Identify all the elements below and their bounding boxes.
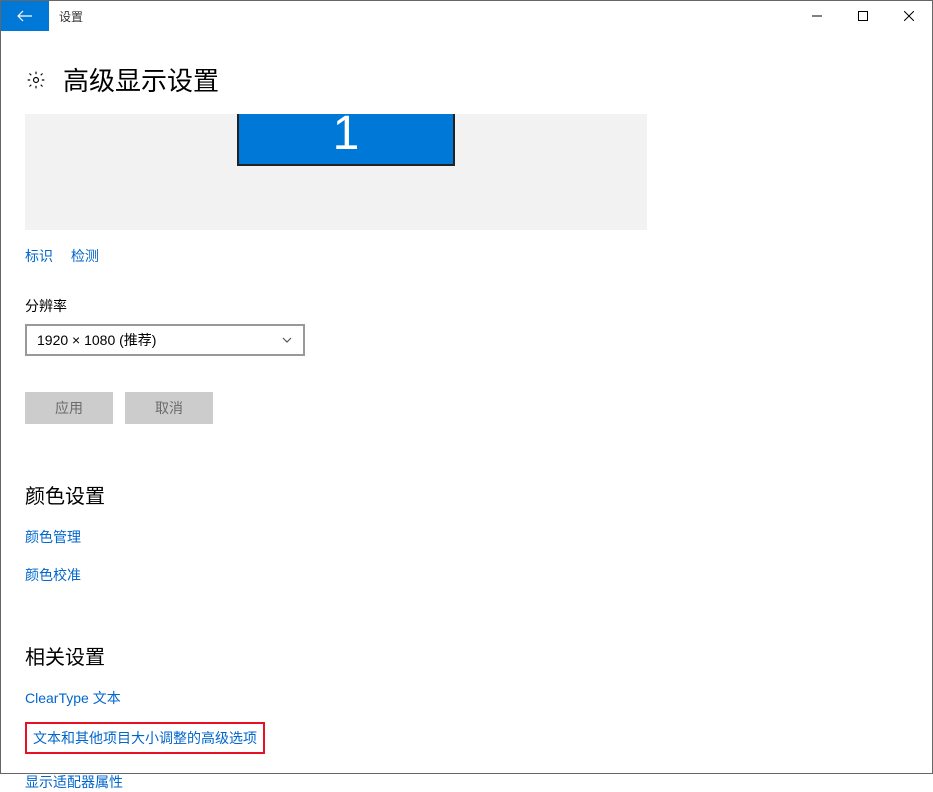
identify-link[interactable]: 标识 xyxy=(25,248,53,264)
monitor-number: 1 xyxy=(333,114,360,158)
color-calibration-link[interactable]: 颜色校准 xyxy=(25,565,908,585)
apply-cancel-row: 应用 取消 xyxy=(25,392,908,424)
page-title: 高级显示设置 xyxy=(63,61,219,98)
detect-link[interactable]: 检测 xyxy=(71,248,99,264)
minimize-icon xyxy=(812,11,822,21)
back-button[interactable] xyxy=(1,1,49,31)
apply-button[interactable]: 应用 xyxy=(25,392,113,424)
content-area: 高级显示设置 1 标识 检测 分辨率 1920 × 1080 (推荐) 应用 取… xyxy=(1,31,932,792)
gear-icon xyxy=(25,69,47,91)
adapter-properties-link[interactable]: 显示适配器属性 xyxy=(25,772,908,792)
monitor-1[interactable]: 1 xyxy=(237,114,455,166)
close-button[interactable] xyxy=(886,1,932,31)
related-settings-heading: 相关设置 xyxy=(25,641,908,670)
back-arrow-icon xyxy=(17,8,33,24)
color-management-link[interactable]: 颜色管理 xyxy=(25,527,908,547)
cleartype-link[interactable]: ClearType 文本 xyxy=(25,688,908,708)
window-title: 设置 xyxy=(49,1,83,31)
color-settings-heading: 颜色设置 xyxy=(25,480,908,509)
display-preview: 1 xyxy=(25,114,647,230)
maximize-button[interactable] xyxy=(840,1,886,31)
chevron-down-icon xyxy=(281,334,293,346)
page-header: 高级显示设置 xyxy=(25,31,908,114)
cancel-button[interactable]: 取消 xyxy=(125,392,213,424)
highlighted-border: 文本和其他项目大小调整的高级选项 xyxy=(25,722,265,754)
minimize-button[interactable] xyxy=(794,1,840,31)
close-icon xyxy=(904,11,914,21)
maximize-icon xyxy=(858,11,868,21)
display-action-links: 标识 检测 xyxy=(25,246,908,266)
resolution-dropdown[interactable]: 1920 × 1080 (推荐) xyxy=(25,324,305,356)
advanced-sizing-link[interactable]: 文本和其他项目大小调整的高级选项 xyxy=(33,728,257,748)
titlebar: 设置 xyxy=(1,1,932,31)
window-controls xyxy=(794,1,932,31)
resolution-label: 分辨率 xyxy=(25,296,908,316)
resolution-value: 1920 × 1080 (推荐) xyxy=(37,330,281,350)
